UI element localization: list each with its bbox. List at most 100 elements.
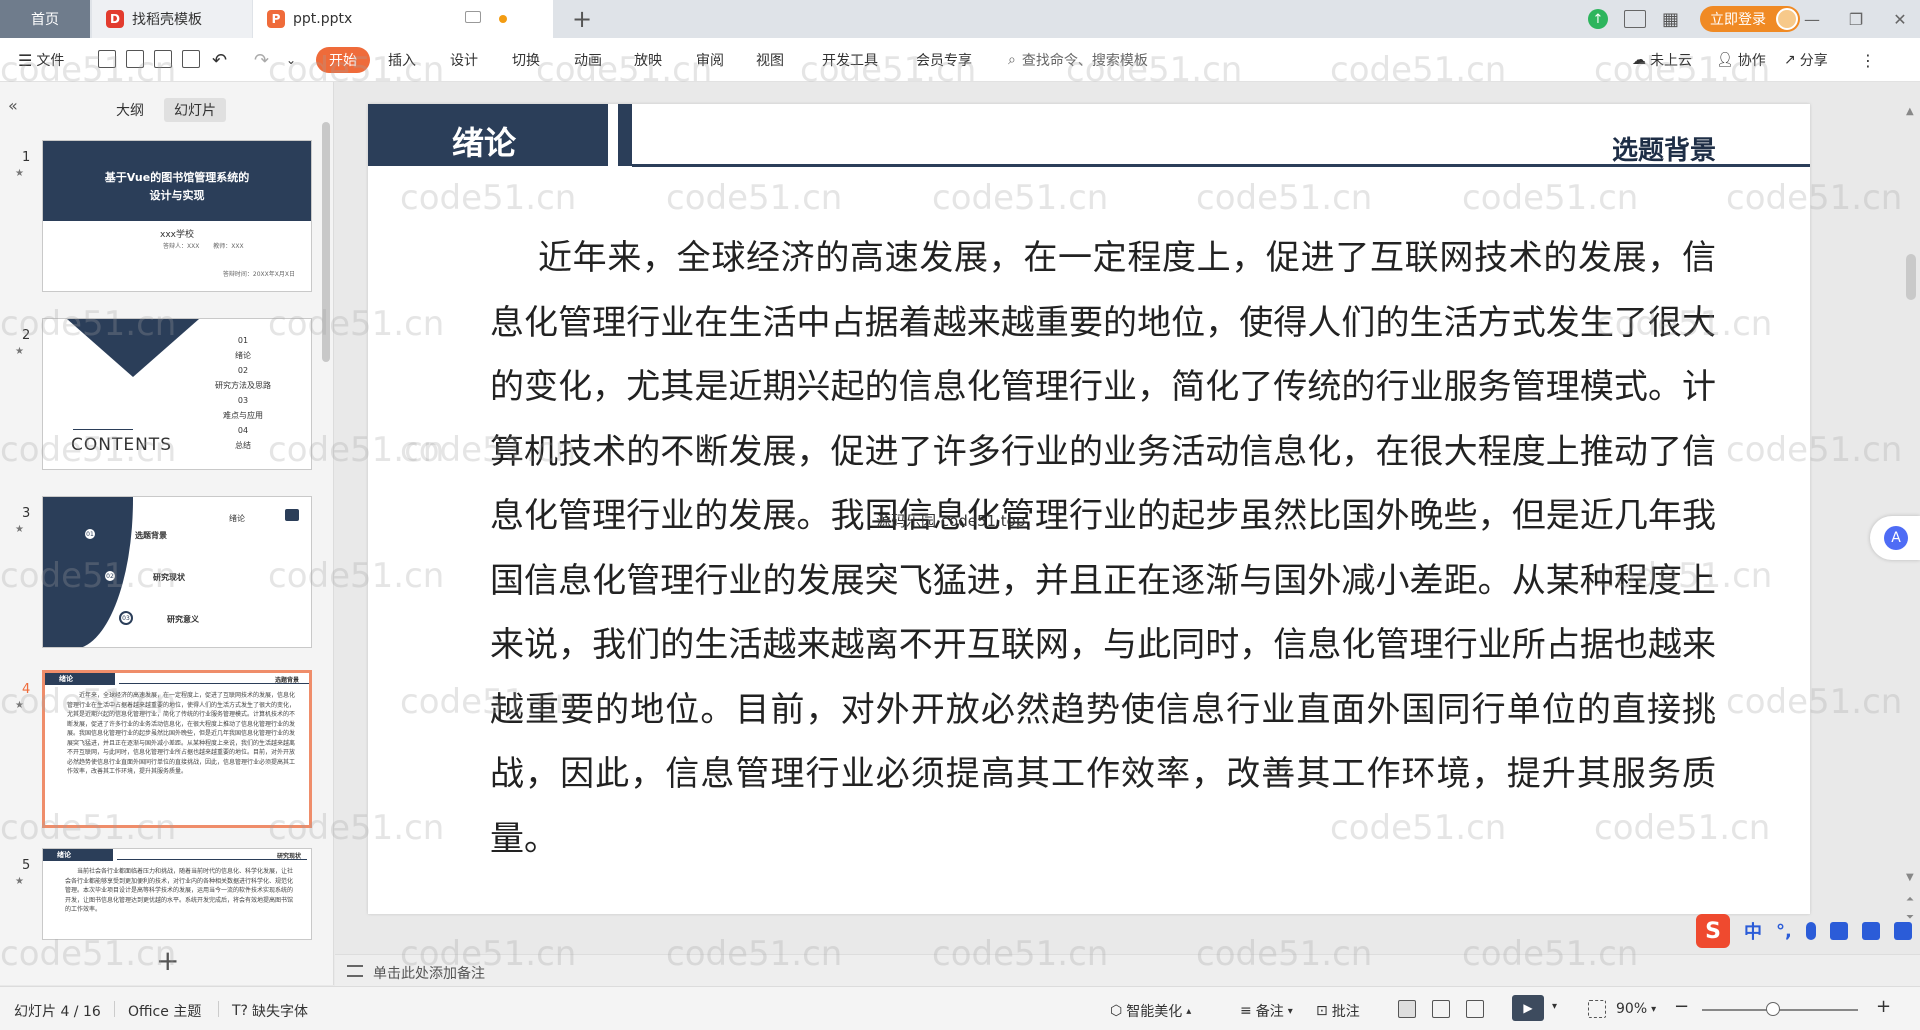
- notes-icon: [347, 965, 363, 977]
- slide-thumb-4[interactable]: 绪论 选题背景 近年来，全球经济的高速发展，在一定程度上，促进了互联网技术的发展…: [42, 670, 312, 828]
- page-up-icon[interactable]: ⏶: [1906, 894, 1914, 905]
- comments-button[interactable]: ⊡ 批注: [1316, 1001, 1360, 1021]
- save-icon[interactable]: [98, 50, 116, 68]
- slide-thumb-3[interactable]: 绪论 01 选题背景 02 研究现状 03 研究意义: [42, 496, 312, 648]
- notes-bar[interactable]: 单击此处添加备注: [335, 954, 1920, 986]
- zoom-in-button[interactable]: +: [1876, 996, 1891, 1017]
- slide-thumb-1[interactable]: 基于Vue的图书馆管理系统的 设计与实现 xxx学校 答辩人：XXX 教师：XX…: [42, 140, 312, 292]
- redo-icon[interactable]: ↷: [254, 49, 269, 71]
- tab-member[interactable]: 会员专享: [916, 49, 972, 71]
- notes-placeholder[interactable]: 单击此处添加备注: [373, 963, 485, 983]
- scroll-down-icon[interactable]: ▼: [1906, 872, 1914, 883]
- command-search[interactable]: ⌕ 查找命令、搜索模板: [1008, 50, 1148, 70]
- thumb-title-line: 基于Vue的图书馆管理系统的: [104, 171, 250, 184]
- tab-insert[interactable]: 插入: [388, 49, 416, 71]
- upload-arrow-icon: ↑: [1588, 9, 1608, 29]
- assistant-badge[interactable]: A: [1870, 516, 1920, 560]
- star-icon: ★: [15, 168, 24, 179]
- reading-view-icon[interactable]: [1466, 1000, 1484, 1018]
- share-label: 分享: [1799, 53, 1828, 69]
- print-icon[interactable]: [154, 50, 172, 68]
- docer-logo-icon: D: [106, 10, 124, 28]
- restore-button[interactable]: ❐: [1834, 0, 1878, 38]
- tab-transition[interactable]: 切换: [512, 49, 540, 71]
- minimize-button[interactable]: —: [1790, 0, 1834, 38]
- collapse-panel-icon[interactable]: «: [8, 96, 18, 115]
- cloud-status[interactable]: ☁ 未上云: [1632, 49, 1692, 71]
- tab-member-label: 会员专享: [916, 53, 972, 69]
- thumb-heading: 绪论: [45, 673, 115, 685]
- slide-body-text[interactable]: 近年来，全球经济的高速发展，在一定程度上，促进了互联网技术的发展，信息化管理行业…: [490, 226, 1716, 871]
- chevron-down-icon[interactable]: ⌄: [286, 49, 296, 71]
- scroll-up-icon[interactable]: ▲: [1906, 106, 1914, 117]
- canvas-scrollbar[interactable]: [1906, 254, 1916, 300]
- zoom-slider-handle[interactable]: [1766, 1002, 1780, 1016]
- normal-view-icon[interactable]: [1398, 1000, 1416, 1018]
- tab-slides[interactable]: 幻灯片: [164, 98, 226, 122]
- slide-number: 1: [22, 150, 31, 165]
- tab-document[interactable]: P ppt.pptx: [253, 0, 553, 38]
- beautify-button[interactable]: ⬡ 智能美化 ▴: [1110, 1001, 1191, 1021]
- step-dot: 03: [119, 611, 133, 625]
- ime-mode[interactable]: 中: [1744, 918, 1762, 944]
- share-button[interactable]: ↗ 分享: [1784, 49, 1828, 71]
- slide-number: 3: [22, 506, 31, 521]
- tab-slideshow[interactable]: 放映: [634, 49, 662, 71]
- tab-developer[interactable]: 开发工具: [822, 49, 878, 71]
- more-icon[interactable]: ⋮: [1860, 49, 1876, 71]
- play-button[interactable]: ▶: [1512, 995, 1544, 1021]
- zoom-level[interactable]: 90% ▾: [1616, 1001, 1656, 1017]
- slide-thumb-2[interactable]: 01 绪论 02 研究方法及思路 03 难点与应用 04 总结 CONTENTS: [42, 318, 312, 470]
- step-label: 研究意义: [167, 615, 199, 624]
- sorter-view-icon[interactable]: [1432, 1000, 1450, 1018]
- punctuation-icon[interactable]: °,: [1776, 921, 1792, 942]
- zoom-slider-track[interactable]: [1702, 1009, 1858, 1011]
- fit-window-icon[interactable]: [1588, 1000, 1606, 1018]
- notes-button[interactable]: ≡ 备注 ▾: [1240, 1001, 1293, 1021]
- tab-developer-label: 开发工具: [822, 53, 878, 69]
- monitor-icon[interactable]: [465, 11, 481, 23]
- tab-start[interactable]: 开始: [316, 47, 370, 73]
- tab-outline[interactable]: 大纲: [106, 98, 154, 122]
- window-mode-button[interactable]: [1624, 0, 1646, 38]
- update-button[interactable]: ↑: [1588, 0, 1608, 38]
- keyboard-icon[interactable]: [1829, 922, 1848, 940]
- tab-design[interactable]: 设计: [450, 49, 478, 71]
- undo-icon[interactable]: ↶: [212, 49, 227, 71]
- unsaved-dot-icon: [499, 15, 507, 23]
- print-preview-icon[interactable]: [182, 50, 200, 68]
- beautify-icon: ⬡: [1110, 1003, 1123, 1019]
- tab-home[interactable]: 首页: [0, 0, 90, 38]
- login-button[interactable]: 立即登录: [1700, 0, 1800, 38]
- toolbox-icon[interactable]: [1893, 922, 1912, 940]
- tab-insert-label: 插入: [388, 53, 416, 69]
- tab-slideshow-label: 放映: [634, 53, 662, 69]
- skin-icon[interactable]: [1861, 922, 1880, 940]
- slide-thumb-5[interactable]: 绪论 研究现状 当前社会各行业都面临着压力和挑战，随着当前时代的信息化、科学化发…: [42, 848, 312, 940]
- slide-canvas[interactable]: 绪论 选题背景 近年来，全球经济的高速发展，在一定程度上，促进了互联网技术的发展…: [368, 104, 1810, 914]
- panel-scrollbar[interactable]: [322, 122, 330, 362]
- sogou-logo-icon[interactable]: S: [1696, 914, 1730, 948]
- star-icon: ★: [15, 700, 24, 711]
- chevron-down-icon[interactable]: ▾: [1552, 1001, 1557, 1012]
- new-tab-button[interactable]: +: [572, 0, 592, 38]
- slide-subtitle[interactable]: 选题背景: [1612, 130, 1716, 167]
- curve-shape: [43, 497, 133, 647]
- theme-name[interactable]: Office 主题: [128, 1001, 201, 1021]
- tab-view[interactable]: 视图: [756, 49, 784, 71]
- contents-item: 03: [237, 396, 249, 405]
- add-slide-button[interactable]: +: [156, 944, 179, 977]
- apps-grid-button[interactable]: ▦: [1662, 0, 1679, 38]
- close-button[interactable]: ✕: [1878, 0, 1920, 38]
- collab-button[interactable]: 👤︎ 协作: [1716, 49, 1766, 71]
- share-icon: ↗: [1784, 52, 1796, 68]
- export-icon[interactable]: [126, 50, 144, 68]
- zoom-out-button[interactable]: −: [1674, 996, 1689, 1017]
- tab-template[interactable]: D 找稻壳模板: [92, 0, 252, 38]
- file-menu[interactable]: ☰ 文件: [18, 49, 64, 71]
- microphone-icon[interactable]: [1805, 922, 1816, 940]
- slide-header[interactable]: 绪论: [452, 118, 516, 164]
- tab-animation[interactable]: 动画: [574, 49, 602, 71]
- missing-font-button[interactable]: T? 缺失字体: [232, 1001, 308, 1021]
- tab-review[interactable]: 审阅: [696, 49, 724, 71]
